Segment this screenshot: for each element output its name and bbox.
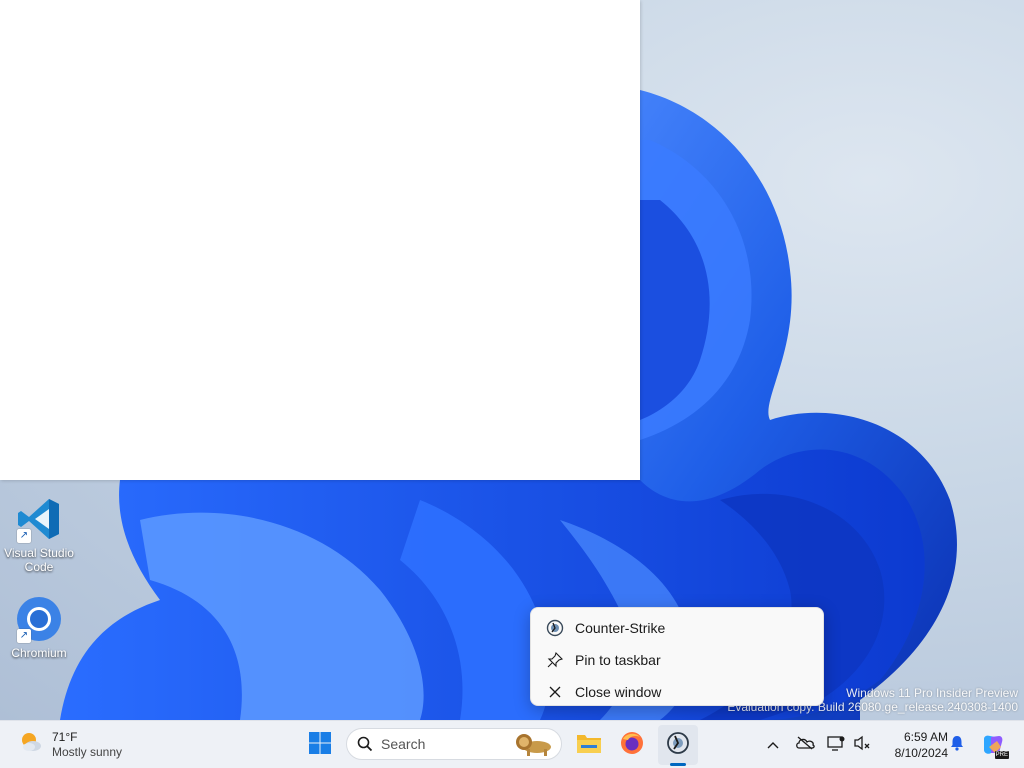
firefox-icon [620, 731, 644, 760]
taskbar-firefox[interactable] [612, 725, 652, 765]
vscode-icon: ↗ [15, 495, 63, 543]
network-icon [827, 735, 845, 756]
menu-item-label: Pin to taskbar [575, 652, 661, 668]
network-tray-button[interactable] [824, 729, 848, 761]
chevron-up-icon [767, 736, 779, 754]
clock-time: 6:59 AM [903, 730, 948, 744]
weather-temperature: 71°F [52, 729, 78, 744]
desktop-icon-label: Chromium [11, 646, 67, 660]
notification-icon [950, 735, 964, 756]
taskbar-counter-strike[interactable] [658, 725, 698, 765]
blank-window[interactable] [0, 0, 640, 480]
taskbar: 71°F Mostly sunny Search 6:59 AM 8/10/20… [0, 720, 1024, 768]
search-icon [357, 736, 373, 752]
onedrive-icon [795, 736, 815, 755]
shortcut-arrow-icon: ↗ [17, 529, 31, 543]
weather-widget[interactable]: 71°F Mostly sunny [18, 729, 122, 760]
taskbar-file-explorer[interactable] [569, 725, 609, 765]
start-icon [309, 731, 331, 759]
running-indicator [670, 763, 686, 766]
desktop-icon-chromium[interactable]: ↗ Chromium [2, 595, 76, 660]
clock[interactable]: 6:59 AM 8/10/2024 [876, 729, 948, 761]
close-icon [545, 682, 565, 702]
menu-item-counter-strike[interactable]: Counter-Strike [531, 612, 823, 644]
notification-button[interactable] [946, 729, 968, 761]
search-box[interactable]: Search [346, 728, 562, 760]
start-button[interactable] [300, 725, 340, 765]
file-explorer-icon [576, 732, 602, 759]
desktop-icon-label: Visual Studio Code [4, 546, 74, 574]
pin-icon [545, 650, 565, 670]
show-hidden-icons-button[interactable] [762, 729, 784, 761]
chromium-icon: ↗ [15, 595, 63, 643]
copilot-button[interactable]: PRE [978, 729, 1009, 761]
desktop: ↗ Visual Studio Code ↗ Chromium Windows … [0, 0, 1024, 720]
menu-item-pin-to-taskbar[interactable]: Pin to taskbar [531, 644, 823, 676]
menu-item-label: Counter-Strike [575, 620, 666, 636]
taskbar-jump-list-menu: Counter-Strike Pin to taskbar Close wind… [530, 607, 824, 706]
menu-item-label: Close window [575, 684, 662, 700]
shortcut-arrow-icon: ↗ [17, 629, 31, 643]
weather-condition: Mostly sunny [52, 744, 123, 759]
search-highlight-lion-icon [511, 731, 555, 762]
sun-cloud-icon [18, 729, 44, 760]
copilot-icon: PRE [981, 733, 1009, 759]
copilot-pre-badge: PRE [994, 751, 1009, 759]
volume-icon [853, 735, 871, 756]
counter-strike-icon [545, 618, 565, 638]
volume-tray-button[interactable] [850, 729, 874, 761]
search-placeholder: Search [381, 736, 426, 752]
onedrive-tray-button[interactable] [792, 729, 818, 761]
desktop-icon-vscode[interactable]: ↗ Visual Studio Code [2, 495, 76, 574]
counter-strike-icon [666, 731, 690, 760]
menu-item-close-window[interactable]: Close window [531, 676, 823, 708]
clock-date: 8/10/2024 [894, 746, 948, 760]
